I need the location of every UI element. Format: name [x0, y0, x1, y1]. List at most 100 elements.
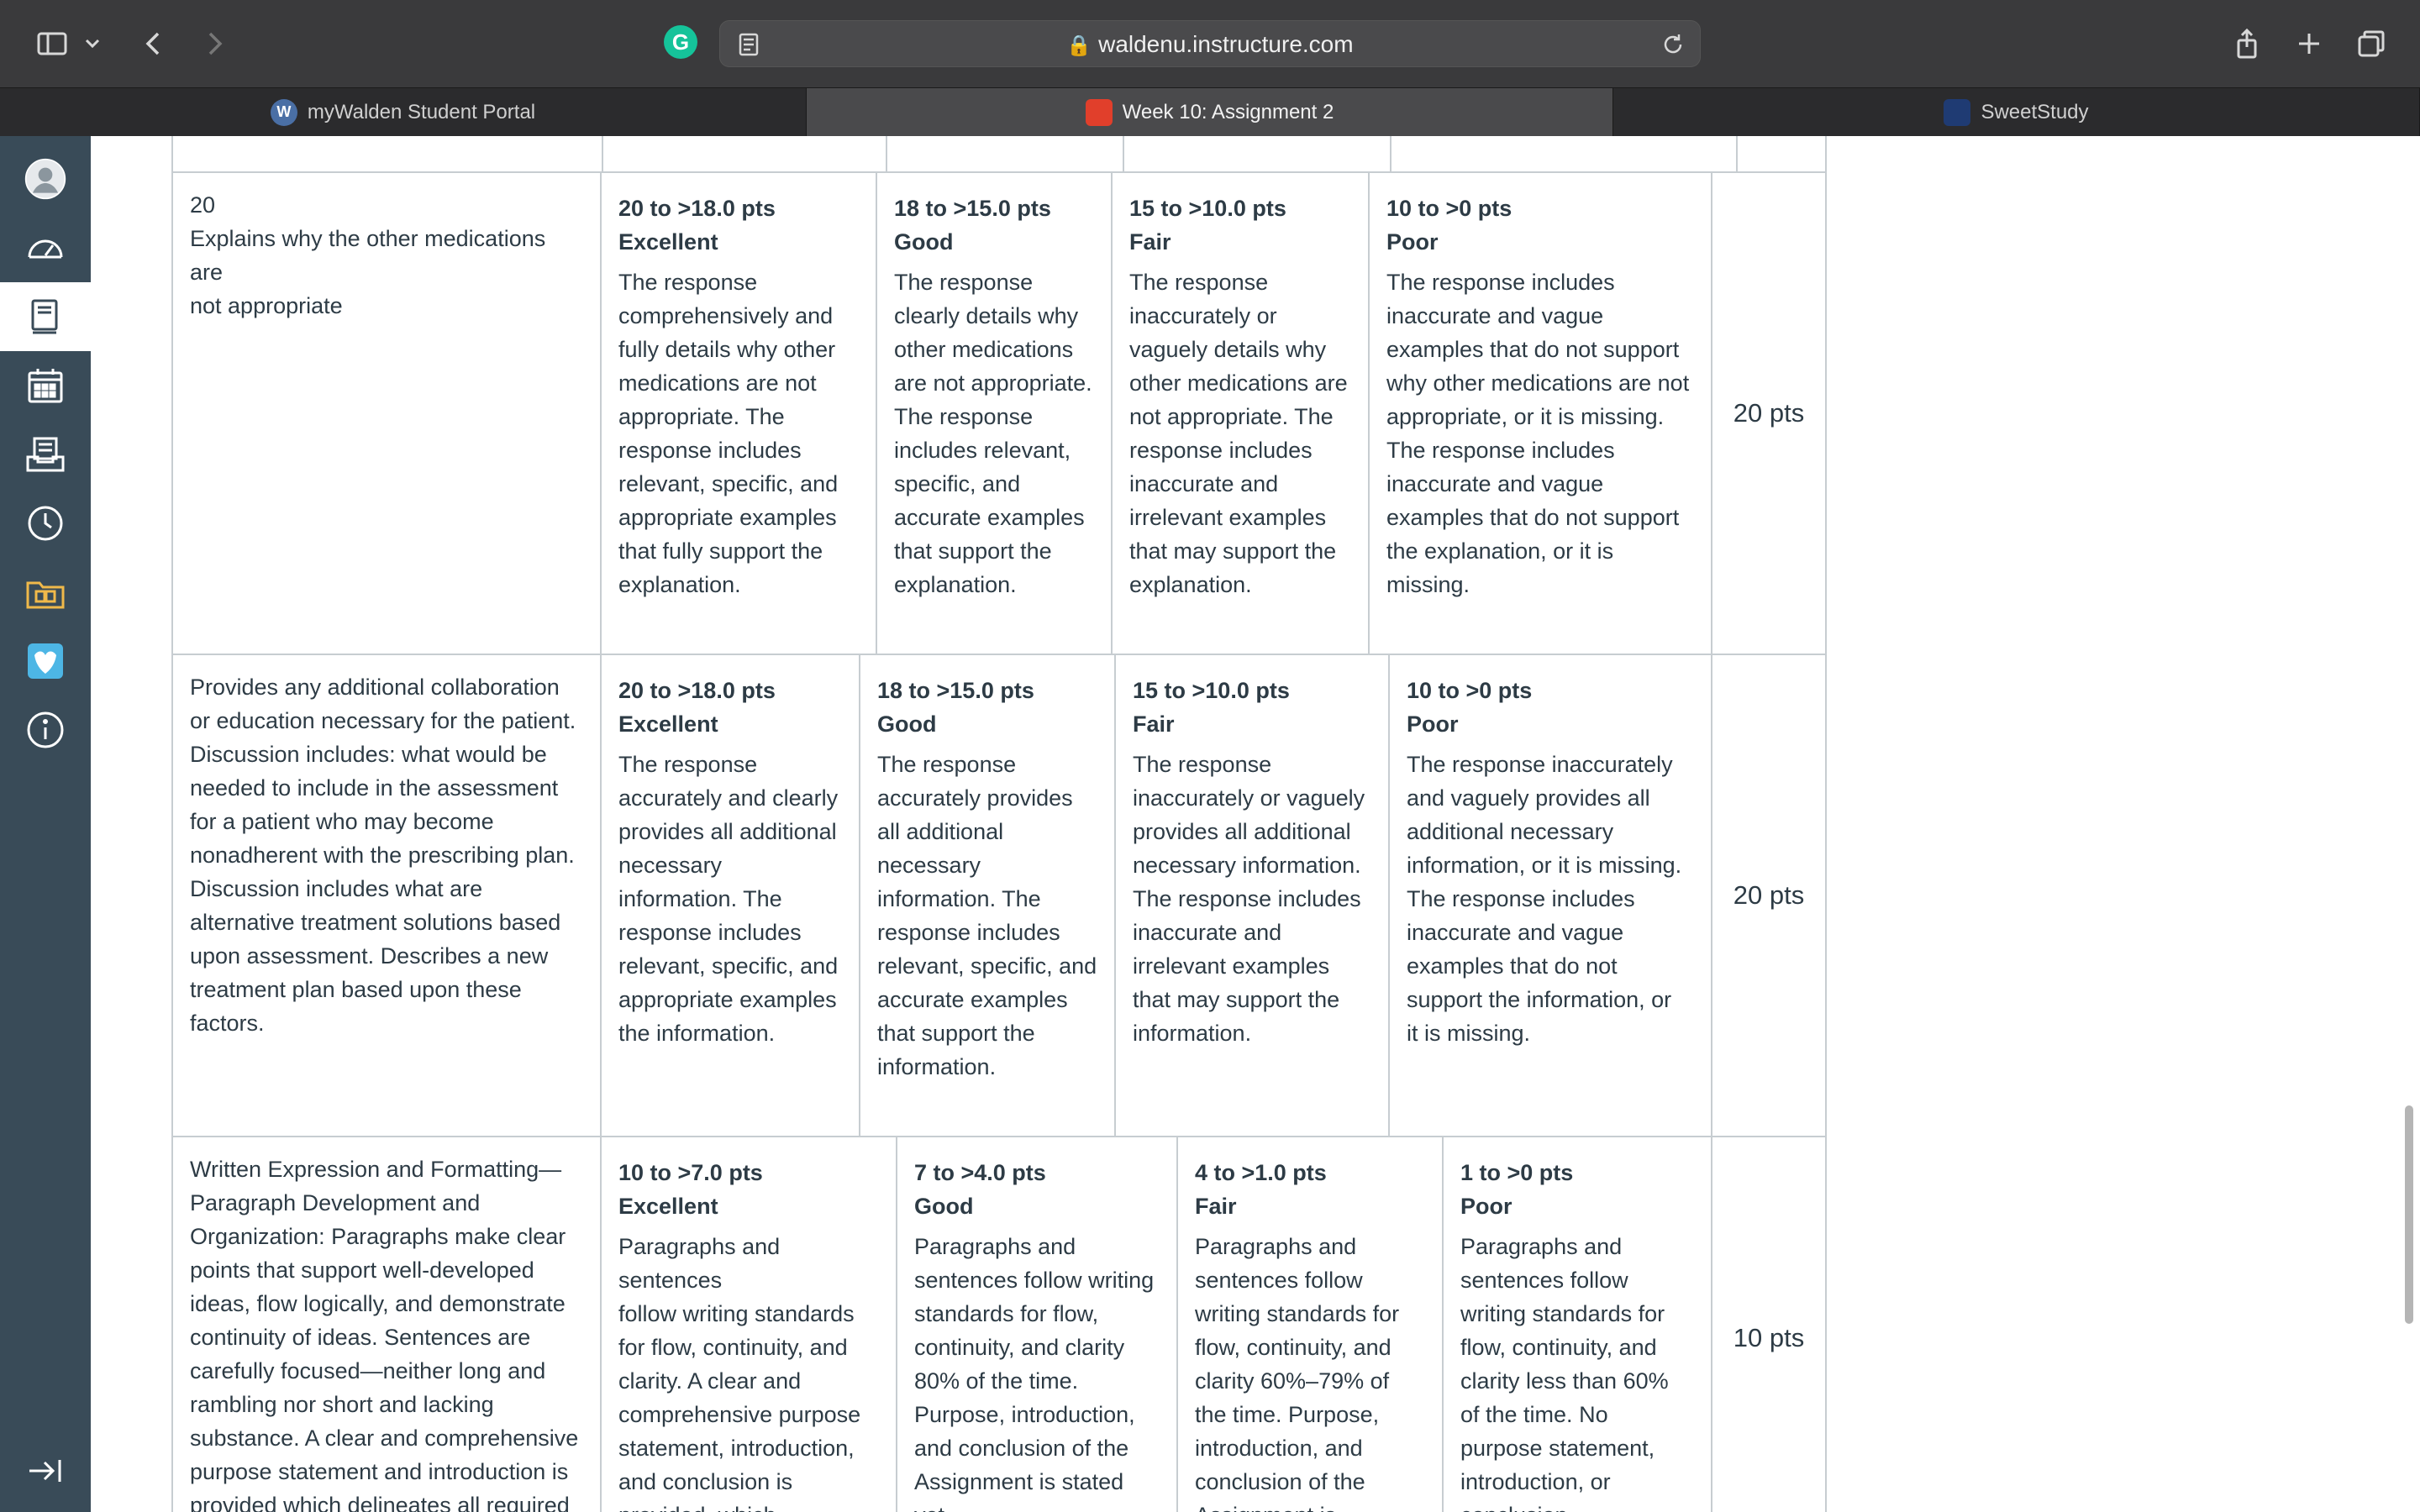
reload-icon[interactable] — [1658, 29, 1688, 60]
grammarly-icon[interactable]: G — [664, 25, 697, 59]
rating-description: writing standards for — [1195, 1301, 1400, 1326]
criterion-text: Paragraph Development and — [190, 1190, 481, 1215]
rating-description: examples that do not support — [1386, 505, 1680, 530]
rating-description: standards for flow, — [914, 1301, 1099, 1326]
scrollbar[interactable] — [2405, 1105, 2413, 1324]
courses-icon[interactable] — [0, 282, 91, 351]
rating-description: missing. — [1386, 572, 1470, 597]
criterion-text: purpose statement and introduction is — [190, 1459, 569, 1484]
collapse-icon[interactable] — [0, 1436, 91, 1505]
rating-description: accurate examples — [877, 987, 1068, 1012]
dashboard-icon[interactable] — [0, 213, 91, 282]
rating-description: Assignment is — [1195, 1499, 1425, 1512]
rating-description: inaccurate and — [1129, 471, 1279, 496]
back-icon[interactable] — [131, 20, 178, 67]
rating-name: Fair — [1195, 1194, 1237, 1219]
criterion-cell: 20 Explains why the other medications are… — [171, 173, 600, 655]
rating-cell-poor[interactable]: 10 to >0 pts Poor The response includes ina… — [1368, 173, 1711, 655]
rating-description: The response — [894, 270, 1034, 295]
rating-cell-good[interactable]: 18 to >15.0 pts Good The response clearly d… — [876, 173, 1111, 655]
rating-description: Purpose, introduction, — [914, 1402, 1135, 1427]
rating-description: accurate examples — [894, 505, 1085, 530]
rating-cell-poor[interactable]: 1 to >0 pts Poor Paragraphs and sentences f… — [1442, 1137, 1711, 1512]
calendar-icon[interactable] — [0, 351, 91, 420]
points-total-cell: 20 pts — [1711, 173, 1827, 655]
rating-description: vaguely details why — [1129, 337, 1327, 362]
rating-description: conclusion — [1460, 1499, 1694, 1512]
rating-description: flow, continuity, and — [1460, 1335, 1657, 1360]
criterion-text: Provides any additional collaboration — [190, 675, 560, 700]
walden-icon[interactable] — [0, 627, 91, 696]
rating-description: The response — [618, 270, 758, 295]
chevron-down-icon[interactable] — [76, 20, 109, 67]
files-icon[interactable] — [0, 558, 91, 627]
help-icon[interactable] — [0, 696, 91, 764]
global-nav — [0, 136, 91, 1512]
criterion-text: for a patient who may become — [190, 809, 494, 834]
rating-name: Good — [877, 711, 937, 737]
rating-description: relevant, specific, and — [618, 953, 839, 979]
rating-description: The response — [877, 752, 1017, 777]
rating-description: relevant, specific, and — [877, 953, 1097, 979]
inbox-icon[interactable] — [0, 420, 91, 489]
rating-description: Paragraphs and sentences — [618, 1234, 781, 1293]
criterion-text: or education necessary for the patient. — [190, 708, 576, 733]
forward-icon[interactable] — [190, 20, 237, 67]
rating-cell-fair[interactable]: 15 to >10.0 pts Fair The response inaccurat… — [1114, 655, 1388, 1137]
rating-cell-excellent[interactable]: 20 to >18.0 pts Excellent The response accu… — [600, 655, 859, 1137]
rating-description: The response includes — [1133, 886, 1361, 911]
tab-label: myWalden Student Portal — [307, 100, 536, 123]
rating-points: 4 to >1.0 pts — [1195, 1160, 1327, 1185]
rating-description: The response — [618, 752, 758, 777]
criterion-text: needed to include in the assessment — [190, 775, 559, 801]
tab-mywalden[interactable]: W myWalden Student Portal — [0, 88, 807, 136]
criterion-text: factors. — [190, 1011, 265, 1036]
rating-description: response includes — [1129, 438, 1313, 463]
rating-name: Excellent — [618, 229, 718, 255]
rating-description: that fully support the — [618, 538, 823, 564]
rating-description: and vaguely provides all — [1407, 785, 1650, 811]
tab-overview-icon[interactable] — [2348, 20, 2395, 67]
criterion-text: nonadherent with the prescribing plan. — [190, 843, 575, 868]
canvas-favicon-icon — [1085, 98, 1113, 126]
new-tab-icon[interactable] — [2286, 20, 2333, 67]
criterion-text: alternative treatment solutions based — [190, 910, 561, 935]
sidebar-toggle-icon[interactable] — [29, 20, 76, 67]
rating-name: Excellent — [618, 1194, 718, 1219]
criterion-text: Discussion includes: what would be — [190, 742, 547, 767]
rating-description: comprehensive purpose — [618, 1402, 861, 1427]
rating-description: Paragraphs and — [1460, 1234, 1623, 1259]
criterion-text: substance. A clear and comprehensive — [190, 1425, 579, 1451]
rating-cell-excellent[interactable]: 10 to >7.0 pts Excellent Paragraphs and se… — [600, 1137, 896, 1512]
rating-cell-good[interactable]: 7 to >4.0 pts Good Paragraphs and sentences… — [896, 1137, 1176, 1512]
history-icon[interactable] — [0, 489, 91, 558]
rating-cell-good[interactable]: 18 to >15.0 pts Good The response accuratel… — [859, 655, 1114, 1137]
tab-assignment[interactable]: Week 10: Assignment 2 — [807, 88, 1613, 136]
rating-cell-fair[interactable]: 4 to >1.0 pts Fair Paragraphs and sentences… — [1176, 1137, 1442, 1512]
rating-cell-excellent[interactable]: 20 to >18.0 pts Excellent The response comp… — [600, 173, 876, 655]
criterion-text: carefully focused—neither long and — [190, 1358, 546, 1383]
rating-cell-fair[interactable]: 15 to >10.0 pts Fair The response inaccurat… — [1111, 173, 1368, 655]
rating-description: appropriate examples — [618, 505, 837, 530]
rating-description: not appropriate. The — [1129, 404, 1334, 429]
url-label: waldenu.instructure.com — [1098, 31, 1354, 57]
rating-description: explanation. — [618, 572, 741, 597]
criterion-text: Organization: Paragraphs make clear — [190, 1224, 566, 1249]
criterion-text: not appropriate — [190, 293, 343, 318]
share-icon[interactable] — [2223, 20, 2270, 67]
tab-sweetstudy[interactable]: SweetStudy — [1613, 88, 2420, 136]
address-bar[interactable]: 🔒 waldenu.instructure.com — [719, 20, 1701, 67]
rating-description: accurately and clearly — [618, 785, 839, 811]
rating-description: the explanation, or it is — [1386, 538, 1614, 564]
rating-description: includes relevant, — [894, 438, 1071, 463]
rating-description: accurately provides — [877, 785, 1073, 811]
rating-cell-poor[interactable]: 10 to >0 pts Poor The response inaccuratel… — [1388, 655, 1711, 1137]
points-total: 20 pts — [1733, 880, 1805, 910]
rating-points: 20 to >18.0 pts — [618, 678, 776, 703]
account-icon[interactable] — [0, 144, 91, 213]
url-text: 🔒 waldenu.instructure.com — [720, 21, 1700, 68]
rating-description: The response includes — [1386, 438, 1615, 463]
rating-name: Good — [914, 1194, 974, 1219]
walden-favicon-icon: W — [270, 98, 297, 126]
rating-description: introduction, or — [1460, 1469, 1611, 1494]
